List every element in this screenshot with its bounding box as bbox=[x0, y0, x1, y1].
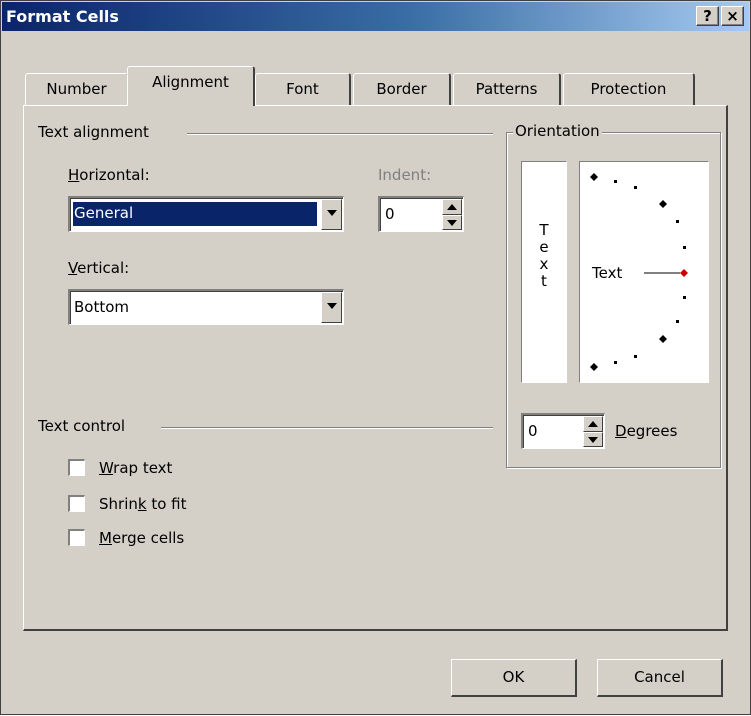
text-control-label: Text control bbox=[38, 417, 126, 435]
arrow-up-icon bbox=[588, 421, 598, 427]
diamond-marker-active bbox=[680, 269, 688, 277]
text-alignment-divider bbox=[187, 133, 493, 135]
vertical-value: Bottom bbox=[74, 298, 130, 316]
indent-spinner[interactable]: 0 bbox=[378, 196, 464, 232]
degrees-value: 0 bbox=[528, 422, 538, 440]
wrap-text-label[interactable]: Wrap text bbox=[99, 459, 172, 477]
vertical-text-letter: x bbox=[539, 255, 549, 273]
diamond-marker bbox=[590, 363, 598, 371]
indent-spin-buttons[interactable] bbox=[442, 199, 462, 230]
arrow-down-icon bbox=[588, 436, 598, 443]
indent-down-button[interactable] bbox=[442, 214, 462, 230]
vertical-text-letter: t bbox=[541, 272, 547, 290]
merge-cells-label[interactable]: Merge cells bbox=[99, 529, 184, 547]
degrees-spinner[interactable]: 0 bbox=[521, 413, 605, 449]
orientation-dial-text: Text bbox=[592, 264, 623, 282]
orientation-label: Orientation bbox=[513, 122, 602, 140]
degrees-down-button[interactable] bbox=[583, 431, 603, 447]
horizontal-dropdown-button[interactable] bbox=[321, 199, 342, 230]
vertical-text-letter: e bbox=[539, 238, 549, 256]
arrow-down-icon bbox=[447, 219, 457, 226]
chevron-down-icon bbox=[327, 303, 337, 309]
wrap-text-checkbox[interactable] bbox=[68, 459, 85, 476]
indent-label: Indent: bbox=[378, 166, 432, 184]
degrees-spin-buttons[interactable] bbox=[583, 416, 603, 447]
cancel-button[interactable]: Cancel bbox=[597, 659, 723, 697]
diamond-marker bbox=[659, 200, 667, 208]
orientation-dial[interactable]: Text bbox=[579, 161, 709, 383]
vertical-text-letter: T bbox=[539, 221, 549, 239]
arrow-up-icon bbox=[447, 204, 457, 210]
vertical-dropdown-button[interactable] bbox=[321, 292, 342, 323]
vertical-select[interactable]: Bottom bbox=[68, 289, 344, 325]
horizontal-selected-highlight: General bbox=[72, 201, 318, 227]
degrees-label: Degrees bbox=[615, 422, 678, 440]
diamond-marker bbox=[590, 173, 598, 181]
indent-up-button[interactable] bbox=[442, 199, 462, 215]
text-alignment-label: Text alignment bbox=[38, 123, 149, 141]
merge-cells-checkbox[interactable] bbox=[68, 529, 85, 546]
horizontal-value: General bbox=[74, 204, 134, 222]
shrink-to-fit-checkbox[interactable] bbox=[68, 495, 85, 512]
ok-button[interactable]: OK bbox=[451, 659, 577, 697]
indent-value: 0 bbox=[385, 205, 395, 223]
horizontal-select[interactable]: General bbox=[68, 196, 344, 232]
degrees-up-button[interactable] bbox=[583, 416, 603, 432]
horizontal-label: Horizontal: bbox=[68, 166, 150, 184]
text-control-divider bbox=[161, 427, 493, 429]
vertical-text-box[interactable]: T e x t bbox=[521, 161, 567, 383]
shrink-to-fit-label[interactable]: Shrink to fit bbox=[99, 495, 187, 513]
vertical-label: Vertical: bbox=[68, 259, 130, 277]
chevron-down-icon bbox=[327, 210, 337, 216]
diamond-marker bbox=[659, 335, 667, 343]
format-cells-dialog: Format Cells ? × Number Alignment Font B… bbox=[0, 0, 751, 715]
